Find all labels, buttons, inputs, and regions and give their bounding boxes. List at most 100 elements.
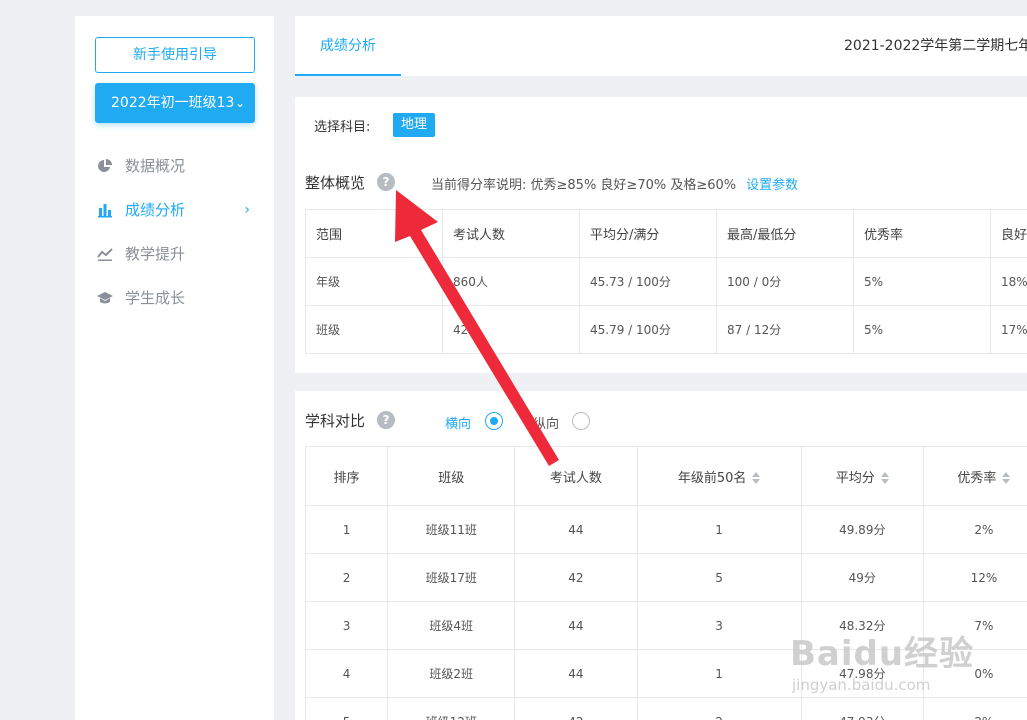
table-cell: 49.89分	[800, 505, 924, 554]
table-cell: 87 / 12分	[716, 305, 854, 354]
column-header-sortable[interactable]: 平均分	[800, 446, 924, 506]
table-cell: 班级	[305, 305, 443, 354]
sidebar-item-student-growth[interactable]: 学生成长	[75, 276, 274, 320]
table-cell: 5%	[853, 305, 991, 354]
set-params-link[interactable]: 设置参数	[746, 178, 798, 193]
table-row: 2 班级17班 42 5 49分 12%	[304, 553, 1027, 602]
table-cell: 5%	[853, 257, 991, 306]
top-tab-bar: 成绩分析 2021-2022学年第二学期七年	[295, 16, 1027, 76]
table-cell: 1	[636, 649, 802, 698]
table-cell: 42	[442, 305, 580, 354]
horizontal-radio[interactable]	[485, 412, 503, 430]
sidebar-item-teaching-improve[interactable]: 教学提升	[75, 232, 274, 276]
class-select-value: 2022年初一班级13	[111, 95, 235, 111]
column-header: 考试人数	[514, 446, 638, 506]
column-header-label: 年级前50名	[677, 470, 747, 486]
table-cell: 班级2班	[387, 649, 516, 698]
bar-chart-icon	[98, 204, 112, 218]
table-cell: 1	[636, 505, 802, 554]
sidebar-item-label: 数据概况	[125, 157, 186, 175]
table-cell: 49分	[800, 553, 924, 602]
table-cell: 2%	[922, 505, 1027, 554]
table-cell: 班级4班	[387, 601, 516, 650]
column-header: 优秀率	[853, 209, 991, 258]
column-header: 考试人数	[442, 209, 580, 258]
graduation-cap-icon	[97, 292, 113, 304]
table-header-row: 范围 考试人数 平均分/满分 最高/最低分 优秀率 良好	[305, 209, 1027, 258]
table-cell: 44	[514, 505, 638, 554]
sidebar-item-label: 教学提升	[125, 245, 186, 263]
table-row: 1 班级11班 44 1 49.89分 2%	[304, 505, 1027, 554]
column-header-sortable[interactable]: 年级前50名	[636, 446, 802, 506]
table-cell: 班级17班	[387, 553, 516, 602]
semester-title: 2021-2022学年第二学期七年	[844, 38, 1027, 54]
score-rate-text: 当前得分率说明: 优秀≥85% 良好≥70% 及格≥60%	[431, 178, 737, 193]
sidebar-item-label: 成绩分析	[125, 201, 186, 219]
table-cell: 1	[304, 505, 389, 554]
table-cell: 44	[514, 649, 638, 698]
table-row: 5 班级12班 42 2 47.93分 2%	[304, 697, 1027, 720]
horizontal-label[interactable]: 横向	[445, 413, 471, 432]
table-cell: 2	[636, 697, 802, 720]
table-cell: 4	[304, 649, 389, 698]
line-chart-icon	[97, 248, 113, 261]
sort-icon[interactable]	[752, 472, 761, 484]
table-cell: 3	[304, 601, 389, 650]
watermark-logo: Baidu经验	[790, 634, 975, 674]
table-cell: 45.79 / 100分	[579, 305, 717, 354]
sort-icon[interactable]	[1002, 472, 1011, 484]
sidebar: 新手使用引导 2022年初一班级13 ⌄ 数据概况 成绩分析 › 教学提升 学生…	[75, 16, 274, 720]
chevron-right-icon: ›	[244, 202, 250, 218]
table-cell: 44	[514, 601, 638, 650]
column-header: 良好	[990, 209, 1027, 258]
help-icon[interactable]: ?	[377, 411, 395, 429]
subject-label: 选择科目:	[314, 120, 371, 135]
table-cell: 18%	[990, 257, 1027, 306]
column-header: 平均分/满分	[579, 209, 717, 258]
tab-score-analysis[interactable]: 成绩分析	[295, 16, 401, 76]
table-cell: 860人	[442, 257, 580, 306]
column-header: 班级	[387, 446, 516, 506]
table-cell: 100 / 0分	[716, 257, 854, 306]
sidebar-menu: 数据概况 成绩分析 › 教学提升 学生成长	[75, 144, 274, 320]
column-header-label: 优秀率	[957, 470, 997, 486]
vertical-label[interactable]: 纵向	[533, 413, 559, 432]
vertical-radio[interactable]	[572, 412, 590, 430]
overview-panel: 选择科目: 地理 整体概览 ? 当前得分率说明: 优秀≥85% 良好≥70% 及…	[295, 97, 1027, 373]
help-icon[interactable]: ?	[377, 173, 395, 191]
overview-title: 整体概览	[305, 174, 366, 192]
table-cell: 5	[304, 697, 389, 720]
column-header-label: 平均分	[835, 470, 875, 486]
score-rate-description: 当前得分率说明: 优秀≥85% 良好≥70% 及格≥60% 设置参数	[431, 174, 798, 193]
table-cell: 5	[636, 553, 802, 602]
column-header: 排序	[304, 446, 389, 506]
compare-title: 学科对比	[305, 412, 366, 430]
table-cell: 42	[514, 553, 638, 602]
table-row: 年级 860人 45.73 / 100分 100 / 0分 5% 18%	[305, 257, 1027, 306]
sidebar-item-score-analysis[interactable]: 成绩分析 ›	[75, 188, 274, 232]
subject-tag-geography[interactable]: 地理	[393, 113, 436, 137]
beginner-guide-button[interactable]: 新手使用引导	[95, 37, 255, 73]
column-header: 最高/最低分	[716, 209, 854, 258]
table-header-row: 排序 班级 考试人数 年级前50名 平均分 优秀率	[304, 446, 1027, 506]
table-cell: 42	[514, 697, 638, 720]
sort-icon[interactable]	[880, 472, 889, 484]
sidebar-item-data-overview[interactable]: 数据概况	[75, 144, 274, 188]
column-header-sortable[interactable]: 优秀率	[922, 446, 1027, 506]
table-cell: 班级11班	[387, 505, 516, 554]
table-cell: 45.73 / 100分	[579, 257, 717, 306]
table-row: 班级 42 45.79 / 100分 87 / 12分 5% 17%	[305, 305, 1027, 354]
table-cell: 3	[636, 601, 802, 650]
class-select-dropdown[interactable]: 2022年初一班级13 ⌄	[95, 83, 255, 123]
table-cell: 17%	[990, 305, 1027, 354]
table-cell: 2%	[922, 697, 1027, 720]
table-cell: 12%	[922, 553, 1027, 602]
table-cell: 班级12班	[387, 697, 516, 720]
pie-chart-icon	[98, 159, 112, 172]
chevron-down-icon: ⌄	[234, 96, 245, 110]
overview-table: 范围 考试人数 平均分/满分 最高/最低分 优秀率 良好 年级 860人 45.…	[305, 209, 1027, 354]
watermark-url: jingyan.baidu.com	[792, 676, 931, 694]
sidebar-item-label: 学生成长	[125, 289, 186, 307]
table-cell: 2	[304, 553, 389, 602]
table-cell: 47.93分	[800, 697, 924, 720]
